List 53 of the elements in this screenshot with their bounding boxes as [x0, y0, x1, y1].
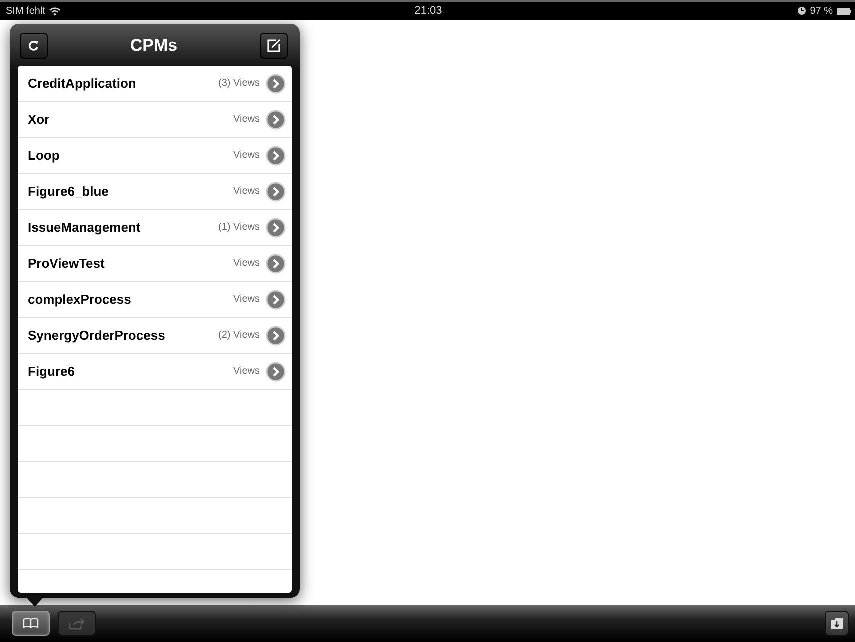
disclosure-icon[interactable]: [266, 74, 286, 94]
process-list-item[interactable]: Xor Views: [18, 102, 292, 138]
process-list-item[interactable]: IssueManagement (1) Views: [18, 210, 292, 246]
process-list-item[interactable]: CreditApplication (3) Views: [18, 66, 292, 102]
disclosure-icon[interactable]: [266, 218, 286, 238]
views-label: Views: [234, 258, 260, 269]
refresh-button[interactable]: [20, 33, 48, 59]
views-label: (3) Views: [218, 78, 260, 89]
process-list-item[interactable]: Figure6 Views: [18, 354, 292, 390]
disclosure-icon[interactable]: [266, 146, 286, 166]
popover-arrow: [26, 597, 44, 607]
disclosure-icon[interactable]: [266, 254, 286, 274]
process-name: ProViewTest: [28, 256, 106, 271]
wifi-icon: [49, 6, 62, 16]
process-name: Loop: [28, 148, 61, 163]
battery-icon: [837, 8, 851, 14]
process-name: CreditApplication: [28, 76, 138, 91]
compose-button[interactable]: [260, 33, 288, 59]
folder-icon: [830, 617, 844, 630]
views-label: (2) Views: [218, 330, 260, 341]
refresh-icon: [28, 40, 40, 52]
views-label: Views: [234, 294, 260, 305]
views-label: (1) Views: [218, 222, 260, 233]
bookmarks-button[interactable]: [12, 611, 50, 636]
process-name: Figure6_blue: [28, 184, 110, 199]
disclosure-icon[interactable]: [266, 326, 286, 346]
clock-icon: [798, 7, 806, 15]
process-name: Figure6: [28, 364, 76, 379]
disclosure-icon[interactable]: [266, 362, 286, 382]
battery-percent: 97 %: [810, 6, 833, 16]
views-label: Views: [234, 150, 260, 161]
process-name: complexProcess: [28, 292, 132, 307]
popover-title: CPMs: [130, 36, 178, 56]
process-list-item[interactable]: complexProcess Views: [18, 282, 292, 318]
process-name: Xor: [28, 112, 51, 127]
book-icon: [23, 618, 39, 629]
process-list-item[interactable]: Figure6_blue Views: [18, 174, 292, 210]
compose-icon: [266, 39, 281, 53]
carrier-label: SIM fehlt: [6, 6, 46, 16]
clock-time: 21:03: [414, 5, 442, 17]
process-list-item[interactable]: Loop Views: [18, 138, 292, 174]
process-list-item[interactable]: ProViewTest Views: [18, 246, 292, 282]
process-list-item[interactable]: SynergyOrderProcess (2) Views: [18, 318, 292, 354]
process-name: SynergyOrderProcess: [28, 328, 166, 343]
share-icon: [69, 618, 85, 630]
views-label: Views: [234, 366, 260, 377]
disclosure-icon[interactable]: [266, 182, 286, 202]
process-name: IssueManagement: [28, 220, 142, 235]
folder-button[interactable]: [825, 611, 849, 636]
views-label: Views: [234, 186, 260, 197]
disclosure-icon[interactable]: [266, 110, 286, 130]
disclosure-icon[interactable]: [266, 290, 286, 310]
views-label: Views: [234, 114, 260, 125]
